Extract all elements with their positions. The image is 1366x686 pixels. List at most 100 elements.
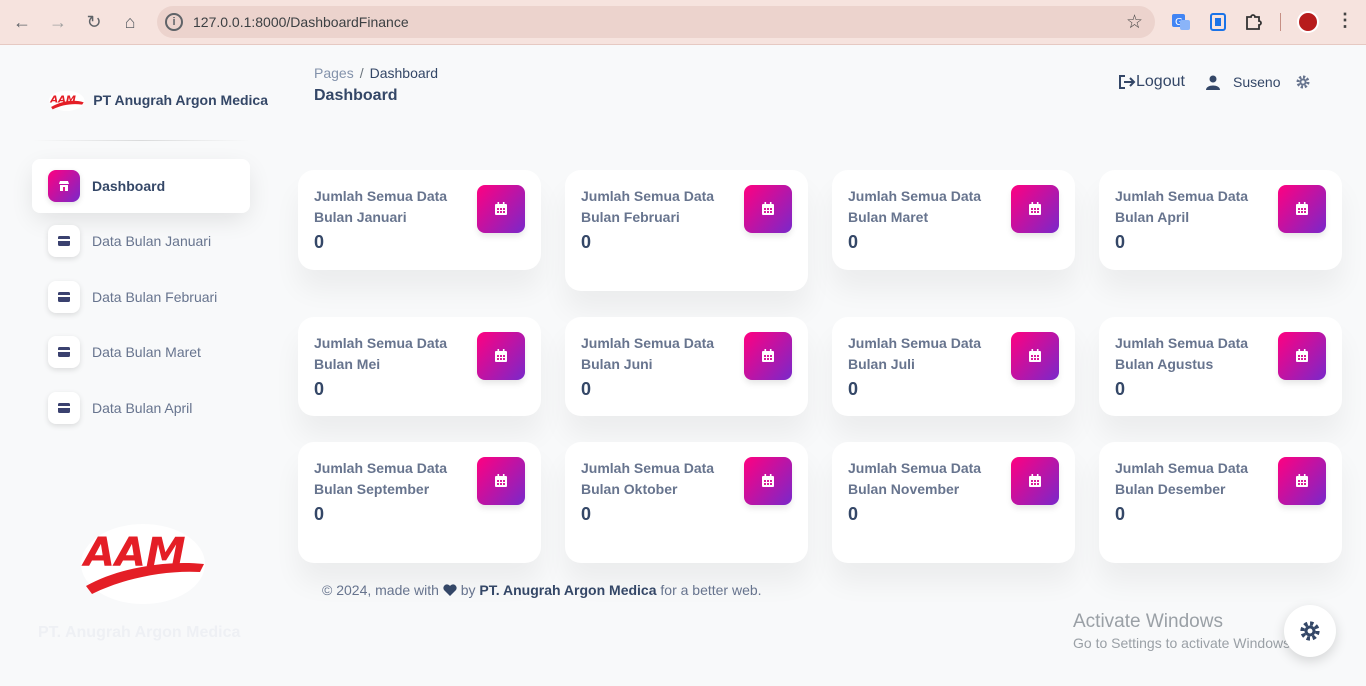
heart-icon bbox=[443, 584, 457, 596]
stat-card-desember: Jumlah Semua Data Bulan Desember 0 bbox=[1099, 442, 1342, 563]
credit-card-icon bbox=[48, 336, 80, 368]
card-label: Jumlah Semua Data Bulan Desember bbox=[1115, 460, 1249, 497]
sidebar-divider bbox=[32, 140, 250, 141]
page-footer: © 2024, made with by PT. Anugrah Argon M… bbox=[322, 582, 762, 598]
stat-card-september: Jumlah Semua Data Bulan September 0 bbox=[298, 442, 541, 563]
footer-suffix: for a better web. bbox=[660, 582, 762, 598]
url-text[interactable]: 127.0.0.1:8000/DashboardFinance bbox=[193, 14, 409, 30]
card-value: 0 bbox=[581, 504, 592, 524]
card-value: 0 bbox=[314, 232, 325, 252]
card-label: Jumlah Semua Data Bulan Agustus bbox=[1115, 335, 1249, 372]
user-name: Suseno bbox=[1233, 74, 1281, 90]
sidebar-footer-brand: PT. Anugrah Argon Medica bbox=[38, 624, 241, 641]
stat-card-november: Jumlah Semua Data Bulan November 0 bbox=[832, 442, 1075, 563]
card-label: Jumlah Semua Data Bulan Februari bbox=[581, 188, 715, 225]
stat-card-juni: Jumlah Semua Data Bulan Juni 0 bbox=[565, 317, 808, 416]
user-icon bbox=[1206, 75, 1220, 90]
card-value: 0 bbox=[1115, 504, 1126, 524]
breadcrumb-current: Dashboard bbox=[369, 65, 439, 81]
company-logo-large: AAM bbox=[81, 524, 205, 604]
card-label: Jumlah Semua Data Bulan Juli bbox=[848, 335, 982, 372]
breadcrumb-separator: / bbox=[359, 65, 364, 81]
footer-prefix: © 2024, made with bbox=[322, 582, 439, 598]
card-value: 0 bbox=[848, 504, 859, 524]
brand-name: PT Anugrah Argon Medica bbox=[93, 92, 268, 108]
activation-subtitle: Go to Settings to activate Windows. bbox=[1073, 635, 1294, 651]
card-label: Jumlah Semua Data Bulan Januari bbox=[314, 188, 448, 225]
sidebar-item-februari[interactable]: Data Bulan Februari bbox=[32, 270, 250, 324]
logout-label: Logout bbox=[1136, 73, 1185, 90]
calendar-icon bbox=[744, 332, 792, 380]
user-menu[interactable]: Suseno bbox=[1205, 74, 1280, 90]
company-logo-icon: AAM bbox=[48, 90, 85, 111]
sidebar-item-april[interactable]: Data Bulan April bbox=[32, 381, 250, 435]
calendar-icon bbox=[1011, 185, 1059, 233]
card-label: Jumlah Semua Data Bulan Juni bbox=[581, 335, 715, 372]
calendar-icon bbox=[1011, 332, 1059, 380]
reload-icon[interactable]: ↻ bbox=[82, 10, 106, 34]
site-info-icon[interactable]: i bbox=[165, 13, 183, 31]
stat-card-oktober: Jumlah Semua Data Bulan Oktober 0 bbox=[565, 442, 808, 563]
stat-card-januari: Jumlah Semua Data Bulan Januari 0 bbox=[298, 170, 541, 270]
card-value: 0 bbox=[581, 379, 592, 399]
sidebar-item-label: Dashboard bbox=[92, 178, 166, 194]
calendar-icon bbox=[477, 457, 525, 505]
card-value: 0 bbox=[1115, 379, 1126, 399]
card-label: Jumlah Semua Data Bulan Mei bbox=[314, 335, 448, 372]
logout-button[interactable]: Logout bbox=[1118, 73, 1185, 91]
card-label: Jumlah Semua Data Bulan November bbox=[848, 460, 982, 497]
card-label: Jumlah Semua Data Bulan September bbox=[314, 460, 448, 497]
breadcrumb-pages-link[interactable]: Pages bbox=[314, 65, 354, 81]
sidebar-item-dashboard[interactable]: Dashboard bbox=[32, 159, 250, 213]
configurator-button[interactable] bbox=[1284, 605, 1336, 657]
stat-card-juli: Jumlah Semua Data Bulan Juli 0 bbox=[832, 317, 1075, 416]
card-value: 0 bbox=[848, 232, 859, 252]
address-bar[interactable]: i 127.0.0.1:8000/DashboardFinance ☆ bbox=[157, 6, 1155, 38]
toolbar-divider bbox=[1280, 13, 1281, 31]
calendar-icon bbox=[1278, 332, 1326, 380]
calendar-icon bbox=[1011, 457, 1059, 505]
credit-card-icon bbox=[48, 281, 80, 313]
settings-gear-icon[interactable] bbox=[1295, 74, 1311, 90]
stat-card-agustus: Jumlah Semua Data Bulan Agustus 0 bbox=[1099, 317, 1342, 416]
bookmark-star-icon[interactable]: ☆ bbox=[1126, 11, 1143, 34]
calendar-icon bbox=[477, 185, 525, 233]
sidebar-item-label: Data Bulan Februari bbox=[92, 289, 218, 305]
card-value: 0 bbox=[848, 379, 859, 399]
calendar-icon bbox=[744, 185, 792, 233]
card-label: Jumlah Semua Data Bulan April bbox=[1115, 188, 1249, 225]
home-icon[interactable]: ⌂ bbox=[118, 10, 142, 34]
stat-card-maret: Jumlah Semua Data Bulan Maret 0 bbox=[832, 170, 1075, 270]
sidebar-brand[interactable]: AAM PT Anugrah Argon Medica bbox=[48, 83, 268, 117]
sidebar-item-maret[interactable]: Data Bulan Maret bbox=[32, 325, 250, 379]
calendar-icon bbox=[744, 457, 792, 505]
calendar-icon bbox=[1278, 185, 1326, 233]
sidebar-item-label: Data Bulan Maret bbox=[92, 344, 201, 360]
shop-icon bbox=[48, 170, 80, 202]
sidebar-item-januari[interactable]: Data Bulan Januari bbox=[32, 214, 250, 268]
document-extension-icon[interactable] bbox=[1207, 11, 1229, 33]
breadcrumb: Pages / Dashboard bbox=[314, 65, 438, 81]
sidebar-item-label: Data Bulan Januari bbox=[92, 233, 212, 249]
card-label: Jumlah Semua Data Bulan Oktober bbox=[581, 460, 715, 497]
activation-title: Activate Windows bbox=[1073, 611, 1223, 632]
credit-card-icon bbox=[48, 392, 80, 424]
stat-card-april: Jumlah Semua Data Bulan April 0 bbox=[1099, 170, 1342, 270]
card-label: Jumlah Semua Data Bulan Maret bbox=[848, 188, 982, 225]
page-title: Dashboard bbox=[314, 87, 398, 104]
calendar-icon bbox=[1278, 457, 1326, 505]
extensions-puzzle-icon[interactable] bbox=[1243, 11, 1265, 33]
back-icon[interactable]: ← bbox=[10, 10, 34, 34]
footer-by: by bbox=[460, 582, 476, 598]
card-value: 0 bbox=[1115, 232, 1126, 252]
profile-avatar[interactable] bbox=[1297, 11, 1319, 33]
credit-card-icon bbox=[48, 225, 80, 257]
forward-icon[interactable]: → bbox=[46, 10, 70, 34]
calendar-icon bbox=[477, 332, 525, 380]
windows-activation-watermark: Activate Windows Go to Settings to activ… bbox=[1073, 611, 1294, 651]
footer-company-link[interactable]: PT. Anugrah Argon Medica bbox=[479, 582, 656, 598]
browser-toolbar: ← → ↻ ⌂ i 127.0.0.1:8000/DashboardFinanc… bbox=[0, 0, 1366, 45]
translate-extension-icon[interactable]: G bbox=[1170, 11, 1192, 33]
browser-menu-icon[interactable]: ⋮ bbox=[1336, 10, 1354, 31]
card-value: 0 bbox=[314, 504, 325, 524]
